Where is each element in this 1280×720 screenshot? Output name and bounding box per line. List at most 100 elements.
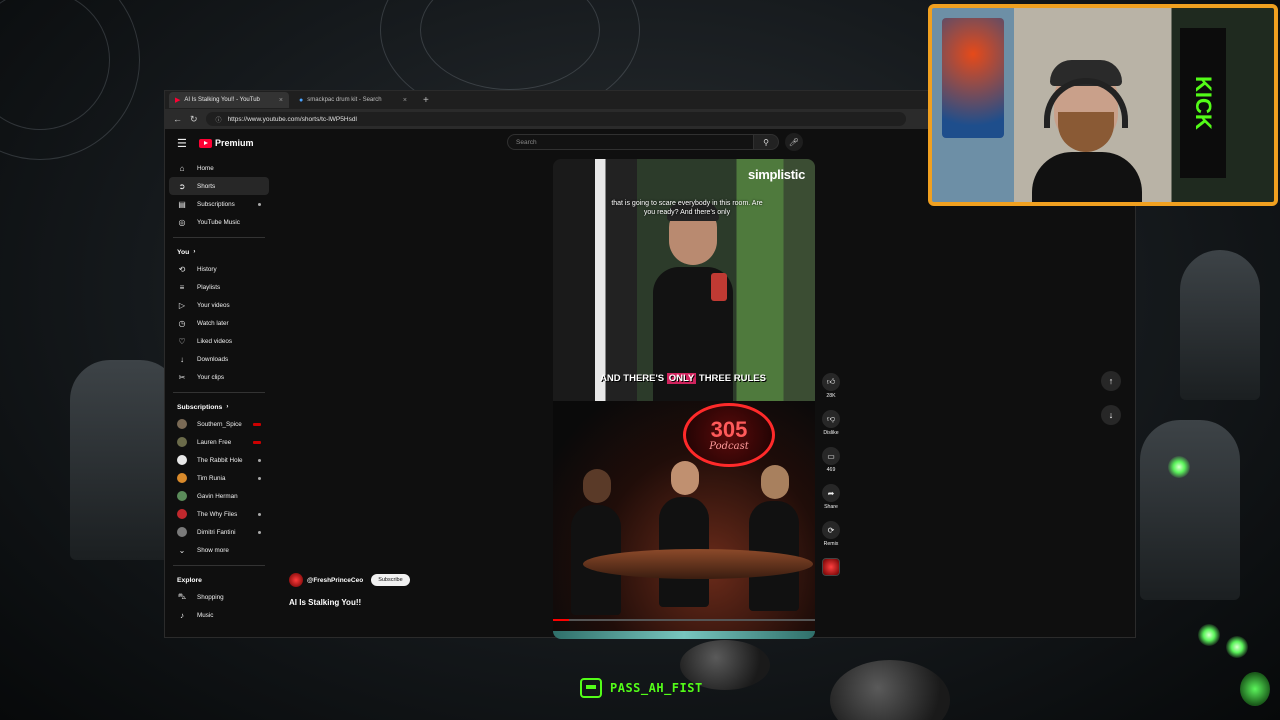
like-icon[interactable]: 👍︎ <box>822 373 840 391</box>
video-frame-bottom: 305 Podcast <box>553 401 815 639</box>
caption-text: AND THERE'S <box>600 373 667 384</box>
new-tab-icon[interactable]: + <box>417 95 435 106</box>
handle-text: PASS_AH_FIST <box>610 681 703 695</box>
sidebar-item-watch-later[interactable]: ◷ Watch later <box>169 314 269 332</box>
short-title[interactable]: AI Is Stalking You!! <box>289 598 361 607</box>
sidebar-item-label: Watch later <box>197 319 229 327</box>
video-frame-top: simplistic that is going to scare everyb… <box>553 159 815 401</box>
sidebar-item-label: The Rabbit Hole <box>197 456 243 464</box>
sidebar-item-label: History <box>197 265 217 273</box>
comment-action[interactable]: ▭ 469 <box>822 447 840 473</box>
sidebar-sub-lauren-free[interactable]: Lauren Free <box>169 433 269 451</box>
youtube-favicon-icon: ▶ <box>175 97 181 104</box>
menu-icon[interactable]: ☰ <box>177 137 197 150</box>
subscribe-button[interactable]: Subscribe <box>371 574 410 586</box>
remix-action[interactable]: ⟳ Remix <box>822 521 840 547</box>
video-caption-top: that is going to scare everybody in this… <box>611 200 763 216</box>
close-tab-icon[interactable]: × <box>403 97 407 104</box>
video-brand-overlay: simplistic <box>748 167 805 182</box>
search-favicon-icon: ● <box>299 96 304 104</box>
sidebar-item-label: The Why Files <box>197 510 238 518</box>
live-indicator <box>253 422 261 426</box>
chevron-right-icon: › <box>193 249 196 255</box>
channel-avatar[interactable] <box>289 573 303 587</box>
sound-thumbnail[interactable] <box>822 558 840 576</box>
dislike-action[interactable]: 👎︎ Dislike <box>822 410 840 436</box>
sidebar-sub-tim-runia[interactable]: Tim Runia <box>169 469 269 487</box>
close-tab-icon[interactable]: × <box>279 97 283 104</box>
channel-badge-icon <box>1240 672 1270 706</box>
search-input[interactable]: Search <box>507 134 755 150</box>
sidebar-item-shopping[interactable]: ⛍ Shopping <box>169 588 269 606</box>
video-progress-bar[interactable] <box>553 619 815 621</box>
sidebar-item-youtube-music[interactable]: ◎ YouTube Music <box>169 213 269 231</box>
youtube-play-icon <box>199 138 212 148</box>
show-more-button[interactable]: ⌄ Show more <box>169 541 269 559</box>
sidebar-sub-rabbit-hole[interactable]: The Rabbit Hole <box>169 451 269 469</box>
like-count: 28K <box>826 393 836 399</box>
channel-info: @FreshPrinceCeo Subscribe <box>289 573 410 587</box>
url-field[interactable]: ⓘ https://www.youtube.com/shorts/tc-lWP5… <box>205 112 906 126</box>
like-action[interactable]: 👍︎ 28K <box>822 373 840 399</box>
next-short-button[interactable]: ↓ <box>1101 405 1121 425</box>
sidebar-item-history[interactable]: ⟲ History <box>169 260 269 278</box>
wall-poster <box>942 18 1004 138</box>
sidebar-item-your-videos[interactable]: ▷ Your videos <box>169 296 269 314</box>
subscriptions-heading-label: Subscriptions <box>177 403 223 411</box>
live-indicator <box>253 440 261 444</box>
dislike-icon[interactable]: 👎︎ <box>822 410 840 428</box>
search-button[interactable]: ⚲ <box>753 134 779 150</box>
home-icon: ⌂ <box>179 163 185 173</box>
streamer-handle: PASS_AH_FIST <box>580 678 703 698</box>
previous-short-button[interactable]: ↑ <box>1101 371 1121 391</box>
playlists-icon: ≡ <box>179 282 185 292</box>
channel-name[interactable]: @FreshPrinceCeo <box>307 577 363 584</box>
sidebar-item-music[interactable]: ♪ Music <box>169 606 269 624</box>
new-content-dot <box>258 512 261 516</box>
remix-icon[interactable]: ⟳ <box>822 521 840 539</box>
chevron-right-icon: › <box>226 404 229 410</box>
sidebar-sub-dimitri-fantini[interactable]: Dimitri Fantini <box>169 523 269 541</box>
sidebar-item-playlists[interactable]: ≡ Playlists <box>169 278 269 296</box>
next-short-preview[interactable] <box>553 631 815 639</box>
sidebar-item-label: YouTube Music <box>197 218 240 226</box>
streamer-figure <box>1032 60 1142 202</box>
voice-search-button[interactable]: 🎤︎ <box>785 133 803 151</box>
sidebar-item-liked-videos[interactable]: ♡ Liked videos <box>169 332 269 350</box>
share-label: Share <box>824 504 838 510</box>
subscriptions-heading[interactable]: Subscriptions › <box>169 399 269 415</box>
shorts-icon: ➲ <box>178 181 186 191</box>
remix-label: Remix <box>823 541 839 547</box>
share-action[interactable]: ➦ Share <box>822 484 840 510</box>
sidebar-item-shorts[interactable]: ➲ Shorts <box>169 177 269 195</box>
new-content-dot <box>258 530 261 534</box>
channel-avatar <box>177 491 187 501</box>
tab-search[interactable]: ● smackpac drum kit - Search × <box>293 92 413 108</box>
sidebar-item-downloads[interactable]: ↓ Downloads <box>169 350 269 368</box>
sidebar-sub-why-files[interactable]: The Why Files <box>169 505 269 523</box>
sidebar-sub-gavin-herman[interactable]: Gavin Herman <box>169 487 269 505</box>
sidebar-sub-southern-spice[interactable]: Southern_Spice <box>169 415 269 433</box>
sidebar-item-your-clips[interactable]: ✂ Your clips <box>169 368 269 386</box>
search-icon: ⚲ <box>763 137 769 147</box>
tab-youtube[interactable]: ▶ AI Is Stalking You!! - YouTub × <box>169 92 289 108</box>
share-icon[interactable]: ➦ <box>822 484 840 502</box>
show-more-label: Show more <box>197 546 229 554</box>
you-heading[interactable]: You › <box>169 244 269 260</box>
comment-icon[interactable]: ▭ <box>822 447 840 465</box>
sidebar-item-subscriptions[interactable]: ▤ Subscriptions <box>169 195 269 213</box>
sidebar-item-label: Playlists <box>197 283 221 291</box>
your-videos-icon: ▷ <box>178 300 186 310</box>
studio-table <box>583 549 813 579</box>
back-icon[interactable]: ← <box>173 114 182 124</box>
watch-later-icon: ◷ <box>178 318 186 328</box>
shorts-player[interactable]: simplistic that is going to scare everyb… <box>553 159 815 639</box>
youtube-logo[interactable]: Premium <box>199 138 254 148</box>
sidebar-item-home[interactable]: ⌂ Home <box>169 159 269 177</box>
reload-icon[interactable]: ↻ <box>190 114 198 125</box>
divider <box>173 565 265 566</box>
shorts-action-rail: 👍︎ 28K 👎︎ Dislike ▭ 469 ➦ Share ⟳ Remix <box>819 373 843 576</box>
site-info-icon[interactable]: ⓘ <box>216 115 222 124</box>
channel-avatar <box>177 437 187 447</box>
podcast-word: Podcast <box>709 440 749 452</box>
